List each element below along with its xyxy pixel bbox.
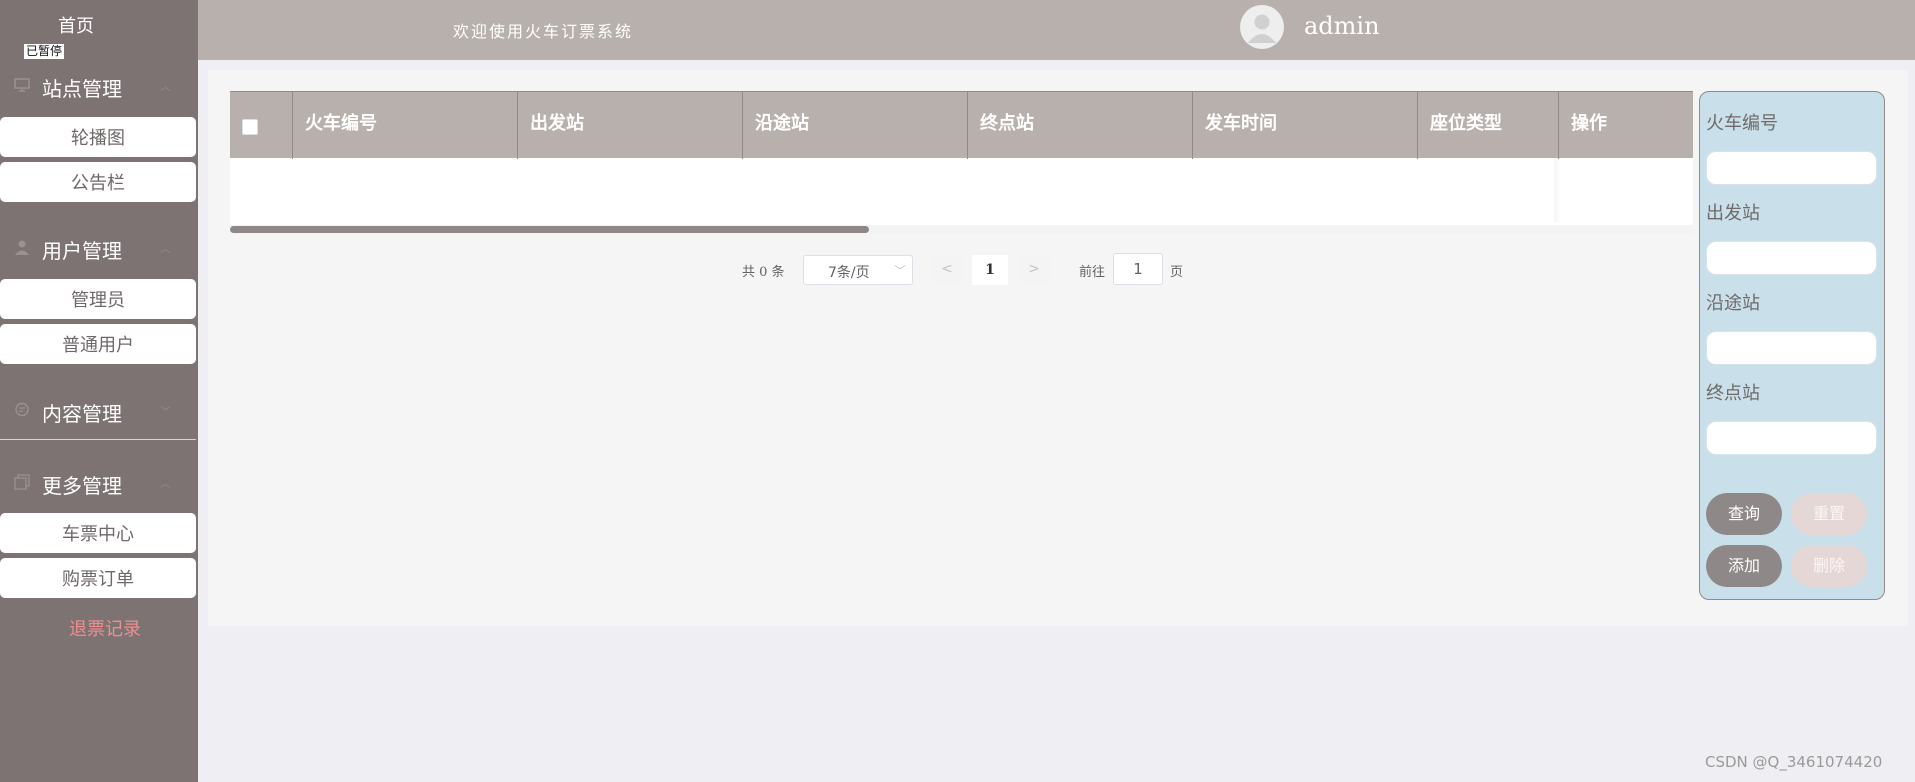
menu-group-label: 用户管理 bbox=[42, 239, 122, 263]
sidebar-divider bbox=[0, 439, 196, 440]
data-table: 火车编号 出发站 沿途站 终点站 发车时间 座位类型 操作 bbox=[230, 91, 1693, 234]
column-header: 沿途站 bbox=[742, 92, 967, 159]
chevron-down-icon: ﹀ bbox=[894, 264, 907, 278]
menu-group-content[interactable]: 内容管理 ﹀ bbox=[0, 390, 196, 432]
table-header: 火车编号 出发站 沿途站 终点站 发车时间 座位类型 操作 bbox=[230, 91, 1693, 159]
select-all-checkbox[interactable] bbox=[242, 119, 258, 135]
sidebar-item-orders[interactable]: 购票订单 bbox=[0, 558, 196, 598]
monitor-icon bbox=[14, 77, 30, 93]
column-header: 出发站 bbox=[517, 92, 742, 159]
menu-group-more[interactable]: 更多管理 ︿ bbox=[0, 462, 196, 504]
goto-unit: 页 bbox=[1170, 265, 1184, 280]
user-icon bbox=[14, 239, 30, 255]
welcome-text: 欢迎使用火车订票系统 bbox=[453, 22, 634, 41]
goto-page-input[interactable]: 1 bbox=[1113, 253, 1163, 285]
pagination-total: 共 0 条 bbox=[742, 265, 785, 280]
goto-label: 前往 bbox=[1079, 265, 1106, 280]
column-header: 火车编号 bbox=[292, 92, 517, 159]
watermark: CSDN @Q_3461074420 bbox=[1705, 753, 1883, 771]
fixed-column-shadow bbox=[1554, 158, 1561, 222]
menu-group-label: 更多管理 bbox=[42, 474, 122, 498]
menu-group-label: 站点管理 bbox=[42, 77, 122, 101]
menu-group-site[interactable]: 站点管理 ︿ bbox=[0, 65, 196, 107]
column-header: 发车时间 bbox=[1192, 92, 1417, 159]
page-size-value: 7条/页 bbox=[828, 265, 870, 281]
username[interactable]: admin bbox=[1304, 12, 1380, 40]
chevron-up-icon: ︿ bbox=[160, 80, 171, 93]
sidebar: 首页 已暂停 站点管理 ︿ 轮播图 公告栏 用户管理 ︿ 管理员 普通用户 内容… bbox=[0, 0, 198, 782]
delete-button[interactable]: 删除 bbox=[1791, 545, 1867, 587]
user-avatar-icon[interactable] bbox=[1240, 5, 1284, 49]
departure-label: 出发站 bbox=[1706, 203, 1760, 224]
select-all-cell bbox=[230, 92, 292, 159]
page-size-select[interactable]: 7条/页 ﹀ bbox=[803, 255, 913, 285]
sidebar-item-admin[interactable]: 管理员 bbox=[0, 279, 196, 319]
scrollbar-thumb[interactable] bbox=[230, 226, 869, 233]
sidebar-item-users[interactable]: 普通用户 bbox=[0, 324, 196, 364]
top-header: 欢迎使用火车订票系统 admin bbox=[198, 0, 1915, 60]
menu-group-label: 内容管理 bbox=[42, 402, 122, 426]
reset-button[interactable]: 重置 bbox=[1791, 493, 1867, 535]
copy-icon bbox=[14, 474, 30, 490]
train-number-label: 火车编号 bbox=[1706, 113, 1778, 134]
chevron-down-icon: ﹀ bbox=[160, 405, 171, 418]
sidebar-item-notice[interactable]: 公告栏 bbox=[0, 162, 196, 202]
menu-group-user[interactable]: 用户管理 ︿ bbox=[0, 227, 196, 269]
sidebar-item-tickets[interactable]: 车票中心 bbox=[0, 513, 196, 553]
departure-input[interactable] bbox=[1706, 241, 1877, 275]
via-input[interactable] bbox=[1706, 331, 1877, 365]
chevron-up-icon: ︿ bbox=[160, 477, 171, 490]
via-label: 沿途站 bbox=[1706, 293, 1760, 314]
query-button[interactable]: 查询 bbox=[1706, 493, 1782, 535]
column-header: 座位类型 bbox=[1417, 92, 1558, 159]
search-panel: 火车编号 出发站 沿途站 终点站 查询 重置 添加 删除 bbox=[1699, 91, 1885, 600]
terminal-input[interactable] bbox=[1706, 421, 1877, 455]
sidebar-home[interactable]: 首页 bbox=[0, 12, 152, 38]
paused-badge: 已暂停 bbox=[24, 44, 65, 59]
chevron-up-icon: ︿ bbox=[160, 242, 171, 255]
sidebar-item-refunds[interactable]: 退票记录 bbox=[0, 615, 210, 641]
column-header: 终点站 bbox=[967, 92, 1192, 159]
sidebar-item-carousel[interactable]: 轮播图 bbox=[0, 117, 196, 157]
chat-icon bbox=[14, 402, 30, 418]
train-number-input[interactable] bbox=[1706, 151, 1877, 185]
prev-page-button[interactable]: < bbox=[931, 255, 963, 285]
add-button[interactable]: 添加 bbox=[1706, 545, 1782, 587]
next-page-button[interactable]: > bbox=[1018, 255, 1050, 285]
column-header: 操作 bbox=[1558, 92, 1693, 159]
terminal-label: 终点站 bbox=[1706, 383, 1760, 404]
current-page[interactable]: 1 bbox=[972, 255, 1008, 285]
